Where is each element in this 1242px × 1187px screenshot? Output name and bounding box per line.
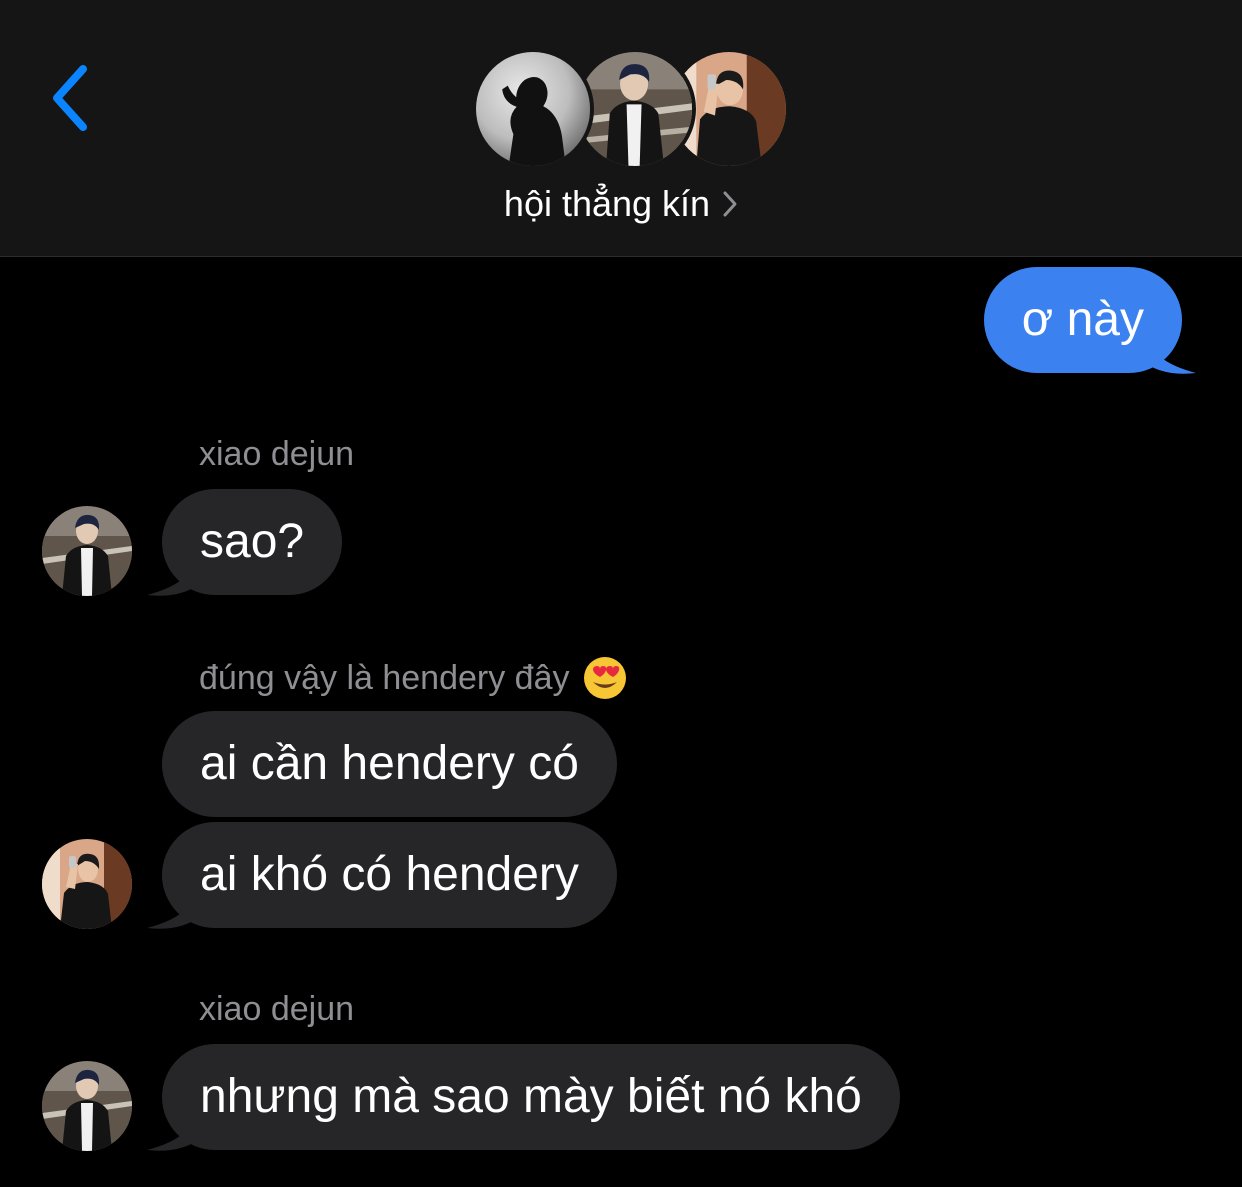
bubble-tail [147,1117,193,1151]
group-name: hội thẳng kín [503,183,711,224]
back-button[interactable] [40,58,100,138]
message-text: ai cần hendery có [200,737,579,790]
bubble-tail [147,895,193,929]
sender-avatar[interactable] [42,1061,132,1151]
message-text: sao? [200,515,305,568]
sender-name: xiao dejun [199,990,355,1028]
incoming-message-bubble[interactable]: ai cần hendery có [162,711,617,817]
bubble-tail [1150,340,1196,374]
incoming-message-bubble[interactable]: nhưng mà sao mày biết nó khó [162,1044,900,1150]
sender-avatar[interactable] [42,839,132,929]
messages-screen: hội thẳng kín ơ này xiao dejun sao? đúng… [0,0,1242,1187]
message-text: nhưng mà sao mày biết nó khó [200,1070,862,1123]
message-text: ơ này [1021,293,1144,346]
conversation-header: hội thẳng kín [0,0,1242,257]
group-name-button[interactable]: hội thẳng kín [0,180,1242,228]
group-avatars[interactable] [472,48,790,170]
bubble-tail [147,562,193,596]
member-avatar [472,48,594,170]
heart-eyes-emoji-icon [584,657,627,699]
message-text: ai khó có hendery [200,848,579,901]
incoming-message-bubble[interactable]: ai khó có hendery [162,822,617,928]
sender-avatar[interactable] [42,506,132,596]
sender-name: xiao dejun [199,435,355,473]
chevron-left-icon [53,65,87,131]
sender-name: đúng vậy là hendery đây [199,656,627,700]
chevron-right-icon [722,190,738,218]
